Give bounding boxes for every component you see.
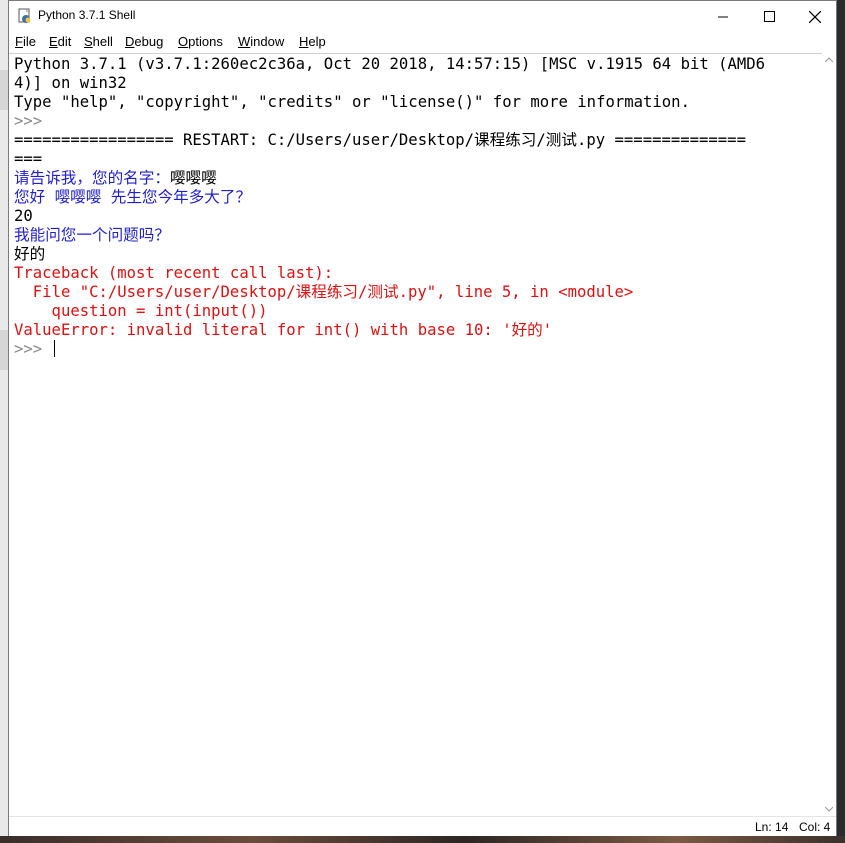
desktop-background-bottom (0, 836, 845, 843)
minimize-icon (718, 16, 728, 17)
shell-line: 您好 嘤嘤嘤 先生您今年多大了？ (14, 188, 251, 207)
window-title: Python 3.7.1 Shell (38, 8, 136, 22)
shell-line: Type "help", "copyright", "credits" or "… (14, 93, 690, 112)
line-number-indicator: Ln: 14 (755, 820, 789, 834)
shell-line-text: === (14, 150, 43, 168)
shell-line: 请告诉我，您的名字：嘤嘤嘤 (14, 169, 217, 188)
shell-prompt[interactable]: >>> (14, 340, 56, 359)
desktop-background-left (0, 0, 8, 843)
shell-line: === (14, 150, 42, 169)
shell-line: >>> (14, 112, 52, 131)
shell-line-text: >>> (14, 112, 52, 130)
shell-line-text: 20 (14, 207, 33, 225)
shell-line-text: ValueError: invalid literal for int() wi… (14, 321, 553, 339)
shell-line: question = int(input()) (14, 302, 268, 321)
close-button[interactable] (792, 1, 838, 32)
background-window-fragment (0, 330, 8, 370)
shell-line: 好的 (14, 245, 45, 264)
scroll-down-icon[interactable] (825, 806, 833, 812)
shell-line-text: 好的 (14, 245, 46, 263)
minimize-button[interactable] (700, 1, 746, 32)
shell-line-text: Traceback (most recent call last): (14, 264, 334, 282)
column-number-indicator: Col: 4 (799, 820, 831, 834)
menu-edit[interactable]: Edit (49, 34, 71, 49)
status-bar: Ln: 14 Col: 4 (9, 816, 836, 836)
menu-window[interactable]: Window (238, 34, 284, 49)
menu-options[interactable]: Options (178, 34, 223, 49)
background-window-fragment (0, 70, 8, 110)
shell-line: Traceback (most recent call last): (14, 264, 333, 283)
scroll-up-icon[interactable] (825, 57, 833, 63)
prompt-text: >>> (14, 340, 52, 358)
shell-line-text: 您好 嘤嘤嘤 先生您今年多大了？ (14, 188, 252, 206)
menu-debug[interactable]: Debug (125, 34, 163, 49)
menu-bar: File Edit Shell Debug Options Window Hel… (9, 32, 836, 52)
user-input-text: 嘤嘤嘤 (169, 169, 217, 187)
text-cursor (53, 340, 56, 357)
shell-line-text: 我能问您一个问题吗？ (14, 226, 170, 244)
shell-line: ValueError: invalid literal for int() wi… (14, 321, 552, 340)
close-icon (809, 10, 821, 23)
title-bar[interactable]: Python 3.7.1 Shell (9, 1, 836, 32)
maximize-button[interactable] (746, 1, 792, 32)
shell-line: File "C:/Users/user/Desktop/课程练习/测试.py",… (14, 283, 634, 302)
maximize-icon (763, 11, 775, 22)
shell-line-text: Type "help", "copyright", "credits" or "… (14, 93, 690, 111)
shell-line: 20 (14, 207, 33, 226)
shell-line: 我能问您一个问题吗？ (14, 226, 170, 245)
shell-text-area[interactable]: Python 3.7.1 (v3.7.1:260ec2c36a, Oct 20 … (9, 53, 822, 817)
python-idle-icon (18, 8, 31, 23)
shell-line: ================= RESTART: C:/Users/user… (14, 131, 746, 150)
menu-file[interactable]: File (15, 34, 36, 49)
vertical-scrollbar[interactable] (822, 53, 836, 816)
shell-line-text: ================= RESTART: C:/Users/user… (14, 131, 746, 149)
shell-line-text: question = int(input()) (14, 302, 268, 320)
shell-line: 4)] on win32 (14, 74, 127, 93)
shell-line: Python 3.7.1 (v3.7.1:260ec2c36a, Oct 20 … (14, 55, 765, 74)
menu-help[interactable]: Help (299, 34, 326, 49)
shell-line-text: File "C:/Users/user/Desktop/课程练习/测试.py",… (14, 283, 634, 301)
menu-shell[interactable]: Shell (84, 34, 113, 49)
shell-line-text: Python 3.7.1 (v3.7.1:260ec2c36a, Oct 20 … (14, 55, 766, 73)
idle-shell-window: Python 3.7.1 Shell File Edit Shell Debug… (8, 0, 837, 836)
shell-line-text: 4)] on win32 (14, 74, 127, 92)
shell-line-text: 请告诉我，您的名字： (14, 169, 170, 187)
